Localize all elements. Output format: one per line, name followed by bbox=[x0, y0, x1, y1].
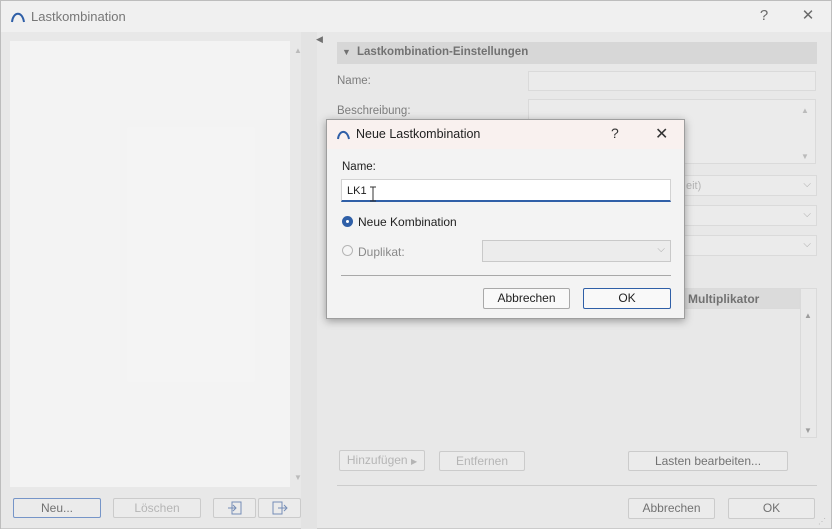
dialog-cancel-button[interactable]: Abbrechen bbox=[483, 288, 570, 309]
window-title: Lastkombination bbox=[31, 9, 126, 24]
radio-duplicate-label: Duplikat: bbox=[358, 245, 405, 259]
radio-new-combination[interactable] bbox=[343, 217, 352, 226]
dialog-ok-button[interactable]: OK bbox=[583, 288, 671, 309]
chevron-down-icon: ⌵ bbox=[657, 244, 665, 255]
radio-duplicate[interactable] bbox=[342, 245, 353, 256]
help-icon[interactable]: ? bbox=[611, 125, 619, 141]
help-icon[interactable]: ? bbox=[753, 6, 775, 26]
dialog-title: Neue Lastkombination bbox=[356, 127, 481, 141]
close-icon[interactable]: ✕ bbox=[797, 6, 819, 26]
dialog-separator bbox=[341, 275, 671, 276]
app-logo-icon bbox=[337, 130, 350, 140]
dialog-name-label: Name: bbox=[342, 161, 376, 173]
duplicate-select[interactable]: ⌵ bbox=[482, 240, 671, 262]
close-icon[interactable]: ✕ bbox=[655, 124, 668, 144]
title-bar: Lastkombination ? ✕ bbox=[1, 1, 831, 32]
app-logo-icon bbox=[11, 12, 25, 23]
new-combination-dialog: Neue Lastkombination ? ✕ Name: LK1 Neue … bbox=[326, 119, 685, 319]
dialog-name-input[interactable]: LK1 bbox=[341, 179, 671, 202]
dialog-title-bar: Neue Lastkombination ? ✕ bbox=[327, 120, 684, 149]
text-cursor-icon bbox=[370, 186, 376, 202]
radio-new-label: Neue Kombination bbox=[358, 215, 457, 229]
